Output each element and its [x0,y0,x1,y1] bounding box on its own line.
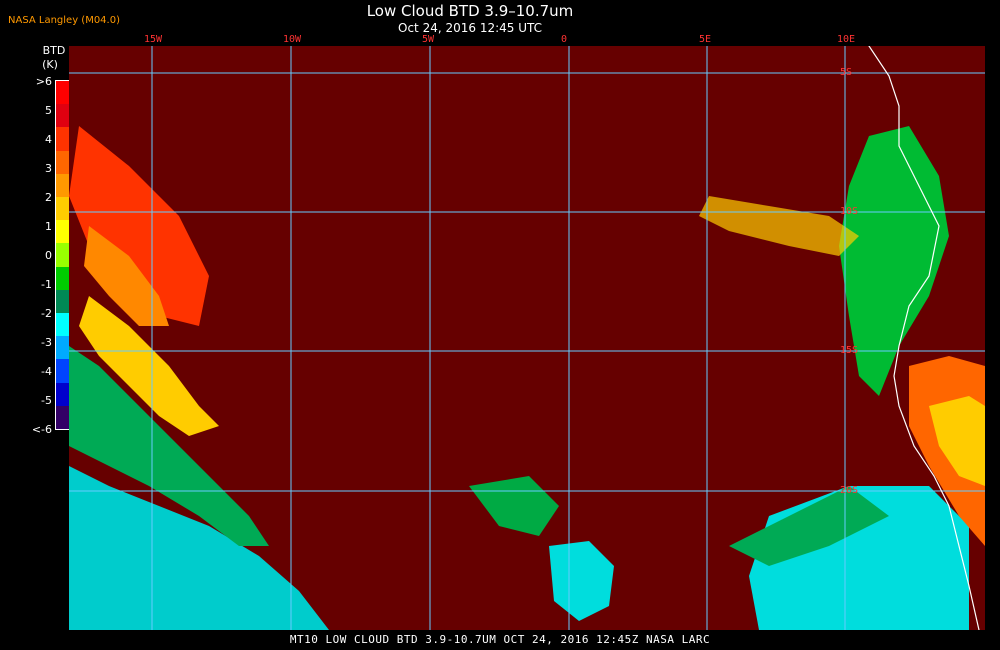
longitude-label: 10W [283,34,302,45]
colorbar-tick-label: -3 [41,336,52,349]
colorbar-tick-label: 0 [45,249,52,262]
colorbar-tick-label: -5 [41,394,52,407]
longitude-label: 0 [561,34,568,45]
latitude-label: 5S [840,67,853,78]
colorbar-tick-label: 3 [45,162,52,175]
colorbar-tick-label: <-6 [31,423,52,436]
colorbar-tick-label: -1 [41,278,52,291]
colorbar-tick-label: 4 [45,133,52,146]
latitude-label: 20S [840,485,859,496]
longitude-label: 5E [699,34,712,45]
longitude-label: 15W [144,34,163,45]
longitude-label: 5W [422,34,435,45]
colorbar-tick-label: -4 [41,365,52,378]
colorbar-tick-label: >6 [35,75,52,88]
colorbar-tick-label: 1 [45,220,52,233]
latitude-label: 15S [840,345,859,356]
chart-timestamp: Oct 24, 2016 12:45 UTC [398,21,542,35]
colorbar-tick-label: 5 [45,104,52,117]
map-frame [69,46,985,630]
footer-caption: MT10 LOW CLOUD BTD 3.9-10.7UM OCT 24, 20… [289,633,711,646]
colorbar-tick-label: -2 [41,307,52,320]
colorbar-tick-label: 2 [45,191,52,204]
longitude-label: 10E [837,34,856,45]
colorbar-label-unit: (K) [42,58,58,71]
colorbar-label-btd: BTD [42,44,66,57]
chart-title: Low Cloud BTD 3.9–10.7um [366,2,574,20]
latitude-label: 10S [840,206,859,217]
btd-map [69,46,985,630]
